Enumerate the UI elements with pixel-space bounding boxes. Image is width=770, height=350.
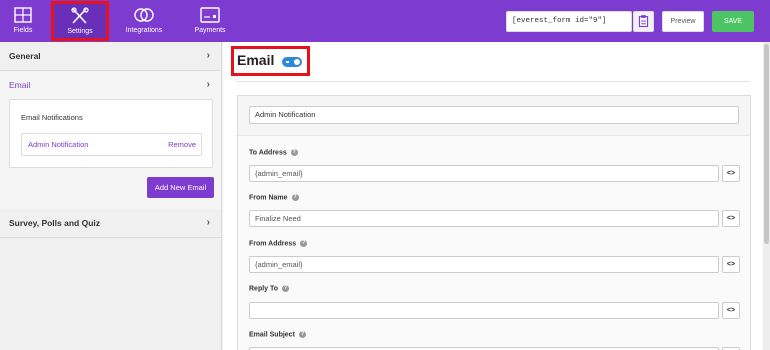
from-name-label: From Name?: [249, 194, 299, 201]
reply-to-label: Reply To?: [249, 285, 290, 293]
scrollbar-thumb[interactable]: [764, 44, 769, 244]
sidebar-empty-area: [0, 238, 221, 350]
smart-tags-button[interactable]: <>: [722, 165, 740, 182]
sidebar-item-general-label: General: [9, 51, 41, 61]
settings-tools-icon: [71, 7, 89, 24]
email-header: Email: [231, 46, 310, 76]
clipboard-icon: [638, 15, 649, 28]
preview-button[interactable]: Preview: [662, 11, 704, 32]
sidebar-item-general[interactable]: General ›: [0, 42, 221, 71]
notification-panel-header: Admin Notification: [238, 96, 750, 136]
help-icon[interactable]: ?: [282, 285, 290, 292]
sidebar-item-email-label: Email: [9, 80, 31, 90]
nav-settings[interactable]: Settings: [51, 1, 109, 41]
add-new-email-button[interactable]: Add New Email: [147, 177, 214, 198]
email-enable-toggle[interactable]: [282, 57, 302, 67]
email-subject-label-text: Email Subject: [249, 331, 295, 339]
fields-icon: [14, 7, 32, 23]
top-bar: Fields Settings Integrations Payments [e…: [0, 0, 770, 42]
smart-tags-button[interactable]: <>: [722, 302, 740, 319]
help-icon[interactable]: ?: [290, 149, 298, 156]
divider: [235, 81, 750, 82]
from-name-input[interactable]: Finalize Need: [249, 210, 719, 227]
notification-name-field[interactable]: Admin Notification: [249, 106, 739, 124]
reply-to-input[interactable]: [249, 302, 719, 319]
sidebar-item-survey-label: Survey, Polls and Quiz: [9, 218, 101, 228]
nav-payments[interactable]: Payments: [186, 0, 234, 42]
chevron-right-icon: ›: [206, 79, 210, 90]
help-icon[interactable]: ?: [300, 240, 308, 247]
sidebar-item-survey[interactable]: Survey, Polls and Quiz ›: [0, 209, 221, 238]
email-notifications-box: Email Notifications Admin Notification R…: [9, 99, 213, 168]
toggle-knob: [294, 59, 300, 65]
remove-notification-link[interactable]: Remove: [168, 134, 196, 155]
from-address-label: From Address?: [249, 240, 308, 248]
email-settings-main: Email Admin Notification To Address? {ad…: [223, 42, 770, 350]
save-button[interactable]: SAVE: [712, 11, 754, 32]
chevron-right-icon: ›: [206, 50, 210, 61]
sidebar-item-email[interactable]: Email ›: [0, 71, 221, 100]
payments-icon: [200, 7, 220, 23]
to-address-label-text: To Address: [249, 149, 287, 157]
chevron-right-icon: ›: [206, 217, 210, 228]
shortcode-field[interactable]: [everest_form id="9"]: [506, 11, 632, 32]
page-title: Email: [237, 52, 275, 68]
copy-shortcode-button[interactable]: [633, 11, 654, 32]
reply-to-label-text: Reply To: [249, 285, 279, 293]
nav-payments-label: Payments: [194, 27, 226, 34]
nav-integrations-label: Integrations: [125, 27, 163, 34]
nav-fields-label: Fields: [13, 27, 33, 34]
integrations-icon: [134, 8, 154, 22]
smart-tags-button[interactable]: <>: [722, 256, 740, 273]
email-notifications-title: Email Notifications: [21, 113, 83, 122]
from-name-label-text: From Name: [249, 194, 288, 202]
from-address-input[interactable]: {admin_email}: [249, 256, 719, 273]
notification-name[interactable]: Admin Notification: [28, 134, 88, 155]
nav-settings-label: Settings: [67, 28, 93, 35]
to-address-label: To Address?: [249, 149, 298, 156]
nav-integrations[interactable]: Integrations: [116, 0, 172, 42]
settings-sidebar: General › Email › Email Notifications Ad…: [0, 42, 222, 350]
toggle-mark: [286, 61, 289, 63]
notification-panel: Admin Notification To Address? {admin_em…: [237, 95, 751, 350]
smart-tags-button[interactable]: <>: [722, 210, 740, 227]
help-icon[interactable]: ?: [298, 331, 306, 338]
nav-fields[interactable]: Fields: [0, 0, 46, 42]
help-icon[interactable]: ?: [291, 194, 299, 201]
notification-list-item[interactable]: Admin Notification Remove: [21, 133, 202, 156]
to-address-input[interactable]: {admin_email}: [249, 165, 719, 182]
email-subject-label: Email Subject?: [249, 331, 306, 338]
from-address-label-text: From Address: [249, 240, 297, 248]
